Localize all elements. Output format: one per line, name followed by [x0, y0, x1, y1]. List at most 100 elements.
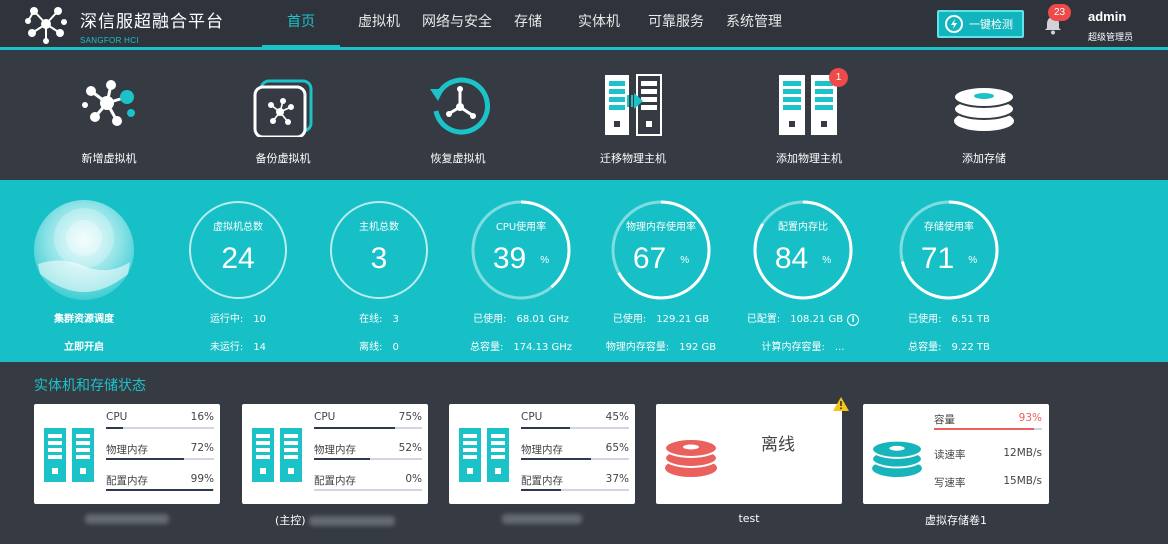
action-add-storage-label: 添加存储 [962, 152, 1006, 165]
migrate-server-icon [605, 74, 662, 136]
action-migrate-host-label: 迁移物理主机 [600, 152, 666, 165]
scheduler-enable-link[interactable]: 立即开启 [14, 338, 154, 353]
host-name[interactable] [449, 512, 635, 525]
nav-home[interactable]: 首页 [262, 0, 340, 48]
storage-title: 存储使用率 [924, 222, 974, 233]
add-host-badge: 1 [829, 68, 848, 87]
storage-name[interactable]: test [656, 512, 842, 525]
metric-bar [314, 489, 422, 491]
host-name[interactable] [34, 512, 220, 525]
metric-label: 配置内存 [521, 475, 563, 487]
vm-total-title: 虚拟机总数 [213, 222, 263, 233]
cpu-used-value: 68.01 GHz [516, 314, 569, 325]
action-restore-vm[interactable]: 恢复虚拟机 [398, 53, 518, 180]
action-migrate-host[interactable]: 迁移物理主机 [573, 53, 693, 180]
restore-clock-icon [430, 77, 490, 135]
metric-value: 0% [405, 473, 422, 485]
host-card[interactable]: CPU 16% 物理内存 72% 配置内存 99% [34, 404, 220, 504]
stat-host-total[interactable]: 主机总数 3 在线: 3 离线: 0 [309, 180, 449, 362]
metric-bar [314, 427, 422, 429]
memory-unit: % [680, 254, 690, 266]
cpu-total: 总容量: 174.13 GHz [451, 338, 591, 353]
nav-system-management[interactable]: 系统管理 [714, 0, 794, 50]
metric-bar [314, 458, 422, 460]
metric-value: 99% [190, 473, 214, 485]
host-card[interactable]: CPU 75% 物理内存 52% 配置内存 0% [242, 404, 428, 504]
metric-bar [106, 489, 214, 491]
scheduler-title: 集群资源调度 [54, 314, 114, 325]
redacted-host-ip [502, 514, 582, 524]
config-memory-value-wrap: 84% [733, 242, 873, 276]
capacity-bar-fill [934, 428, 1035, 430]
nav-storage[interactable]: 存储 [496, 0, 560, 50]
metric-bar-fill [314, 427, 395, 429]
capacity-label: 容量 [934, 414, 955, 426]
metric-bar [521, 458, 629, 460]
warning-icon[interactable] [833, 397, 849, 411]
metric-bar [521, 427, 629, 429]
action-add-host[interactable]: 1 添加物理主机 [749, 53, 869, 180]
action-backup-vm[interactable]: 备份虚拟机 [223, 53, 343, 180]
metric-bar-fill [521, 489, 561, 491]
stat-vm-total[interactable]: 虚拟机总数 24 运行中: 10 未运行: 14 [168, 180, 308, 362]
action-new-vm[interactable]: 新增虚拟机 [49, 53, 169, 180]
metric-value: 16% [190, 411, 214, 423]
metric-label: CPU [314, 411, 336, 423]
cpu-unit: % [540, 254, 550, 266]
config-memory-unit: % [822, 254, 832, 266]
vm-stopped: 未运行: 14 [168, 338, 308, 353]
memory-value: 67 [632, 242, 667, 275]
redacted-host-ip [85, 514, 169, 524]
host-online-label: 在线: [359, 314, 383, 325]
offline-status: 离线 [761, 435, 795, 455]
cpu-value-wrap: 39% [451, 242, 591, 276]
metric-bar-fill [521, 458, 592, 460]
storage-total-label: 总容量: [908, 342, 942, 353]
memory-total: 物理内存容量: 192 GB [591, 338, 731, 353]
nav-network-security[interactable]: 网络与安全 [418, 0, 496, 50]
config-memory-used-value: 108.21 GB [790, 314, 844, 325]
metric-bar-fill [106, 458, 184, 460]
metric-value: 72% [190, 442, 214, 454]
storage-card-virtual[interactable]: 容量 93% 读速率 12MB/s 写速率 15MB/s [863, 404, 1049, 504]
action-new-vm-label: 新增虚拟机 [81, 152, 137, 165]
storage-disk-icon [664, 438, 718, 477]
vm-running-value: 10 [253, 314, 267, 325]
info-icon[interactable]: i [847, 314, 860, 326]
vm-stopped-label: 未运行: [209, 342, 244, 353]
lightning-icon [945, 15, 963, 33]
main-nav: 首页 虚拟机 网络与安全 存储 实体机 可靠服务 系统管理 [262, 0, 794, 50]
brand-title: 深信服超融合平台 [80, 12, 224, 32]
host-card[interactable]: CPU 45% 物理内存 65% 配置内存 37% [449, 404, 635, 504]
host-total-value: 3 [370, 242, 388, 275]
nav-physical-host[interactable]: 实体机 [560, 0, 638, 50]
stat-config-memory[interactable]: 配置内存比 84% 已配置: 108.21 GB i 计算内存容量:... [733, 180, 873, 362]
read-rate-value: 12MB/s [1003, 447, 1042, 459]
stat-memory[interactable]: 物理内存使用率 67% 已使用: 129.21 GB 物理内存容量: 192 GB [591, 180, 731, 362]
nav-vm[interactable]: 虚拟机 [340, 0, 418, 50]
one-click-check-button[interactable]: 一键检测 [937, 10, 1024, 38]
cluster-scheduler[interactable]: 集群资源调度 立即开启 [14, 180, 154, 362]
one-click-check-label: 一键检测 [969, 19, 1013, 31]
action-add-host-label: 添加物理主机 [776, 152, 842, 165]
host-offline-label: 离线: [359, 342, 383, 353]
stat-storage[interactable]: 存储使用率 71% 已使用: 6.51 TB 总容量: 9.22 TB [879, 180, 1019, 362]
metric-value: 75% [398, 411, 422, 423]
metric-label: 物理内存 [106, 444, 148, 456]
storage-name[interactable]: 虚拟存储卷1 [863, 512, 1049, 528]
action-add-storage[interactable]: 添加存储 [924, 53, 1044, 180]
metric-bar-fill [106, 489, 213, 491]
nav-reliable-service[interactable]: 可靠服务 [638, 0, 714, 50]
user-name[interactable]: admin [1088, 9, 1126, 24]
stat-cpu[interactable]: CPU使用率 39% 已使用: 68.01 GHz 总容量: 174.13 GHz [451, 180, 591, 362]
cpu-used: 已使用: 68.01 GHz [451, 310, 591, 325]
host-offline-value: 0 [392, 342, 399, 353]
storage-disk-icon [871, 439, 923, 478]
config-memory-used-label: 已配置: [746, 314, 781, 325]
memory-used-label: 已使用: [612, 314, 647, 325]
storage-card-offline[interactable]: 离线 [656, 397, 849, 504]
host-name[interactable]: (主控) [242, 512, 428, 528]
cpu-total-value: 174.13 GHz [513, 342, 573, 353]
storage-value-wrap: 71% [879, 242, 1019, 276]
metric-bar-fill [106, 427, 124, 429]
